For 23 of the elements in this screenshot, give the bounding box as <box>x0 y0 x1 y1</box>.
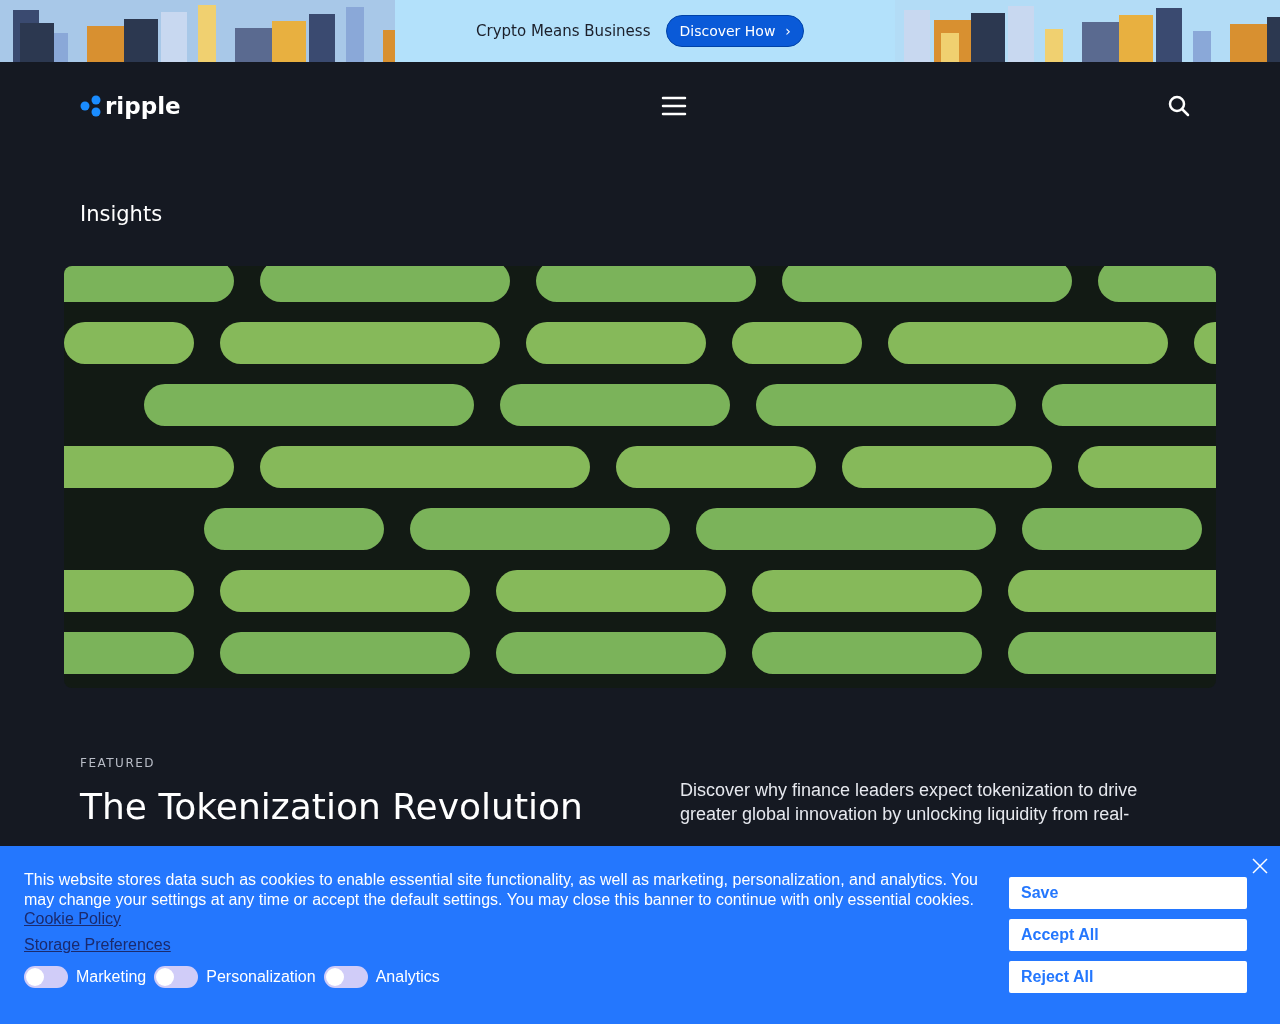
banner-button[interactable]: Save <box>1009 877 1247 909</box>
toggle-label: Marketing <box>76 968 147 986</box>
article-description: Discover why finance leaders expect tokenization to drive greater global innovation by unlocking liquidity from real- <box>680 779 1139 826</box>
promo-text: Crypto Means Business <box>476 22 651 40</box>
toggle-switch[interactable] <box>323 966 368 988</box>
cookie-policy-link[interactable]: Cookie Policy <box>24 910 121 927</box>
cookie-message: This website stores data such as cookies to enable essential site functionality, as well as marketing, personalization, and analytics. You may change your settings at any time or accept the default settings. You may close this banner to continue with only essential cookies. <box>24 870 979 910</box>
close-icon[interactable] <box>1250 856 1270 876</box>
toggle-switch[interactable] <box>24 966 68 988</box>
page-title: Insights <box>80 202 163 226</box>
toggle-label: Personalization <box>206 968 316 986</box>
toggle-switch[interactable] <box>154 966 199 988</box>
logo-icon <box>80 95 102 117</box>
banner-button[interactable]: Accept All <box>1009 919 1247 951</box>
toggle-label: Analytics <box>375 968 440 986</box>
storage-preferences-link[interactable]: Storage Preferences <box>24 936 171 954</box>
logo-text[interactable]: ripple <box>105 93 181 119</box>
banner-button[interactable]: Reject All <box>1009 961 1247 993</box>
menu-icon[interactable] <box>661 96 688 116</box>
search-icon[interactable] <box>1168 95 1190 117</box>
discover-button[interactable]: Discover How › <box>666 15 804 47</box>
eyebrow-label: FEATURED <box>80 756 157 770</box>
article-title[interactable]: The Tokenization Revolution <box>80 786 680 827</box>
